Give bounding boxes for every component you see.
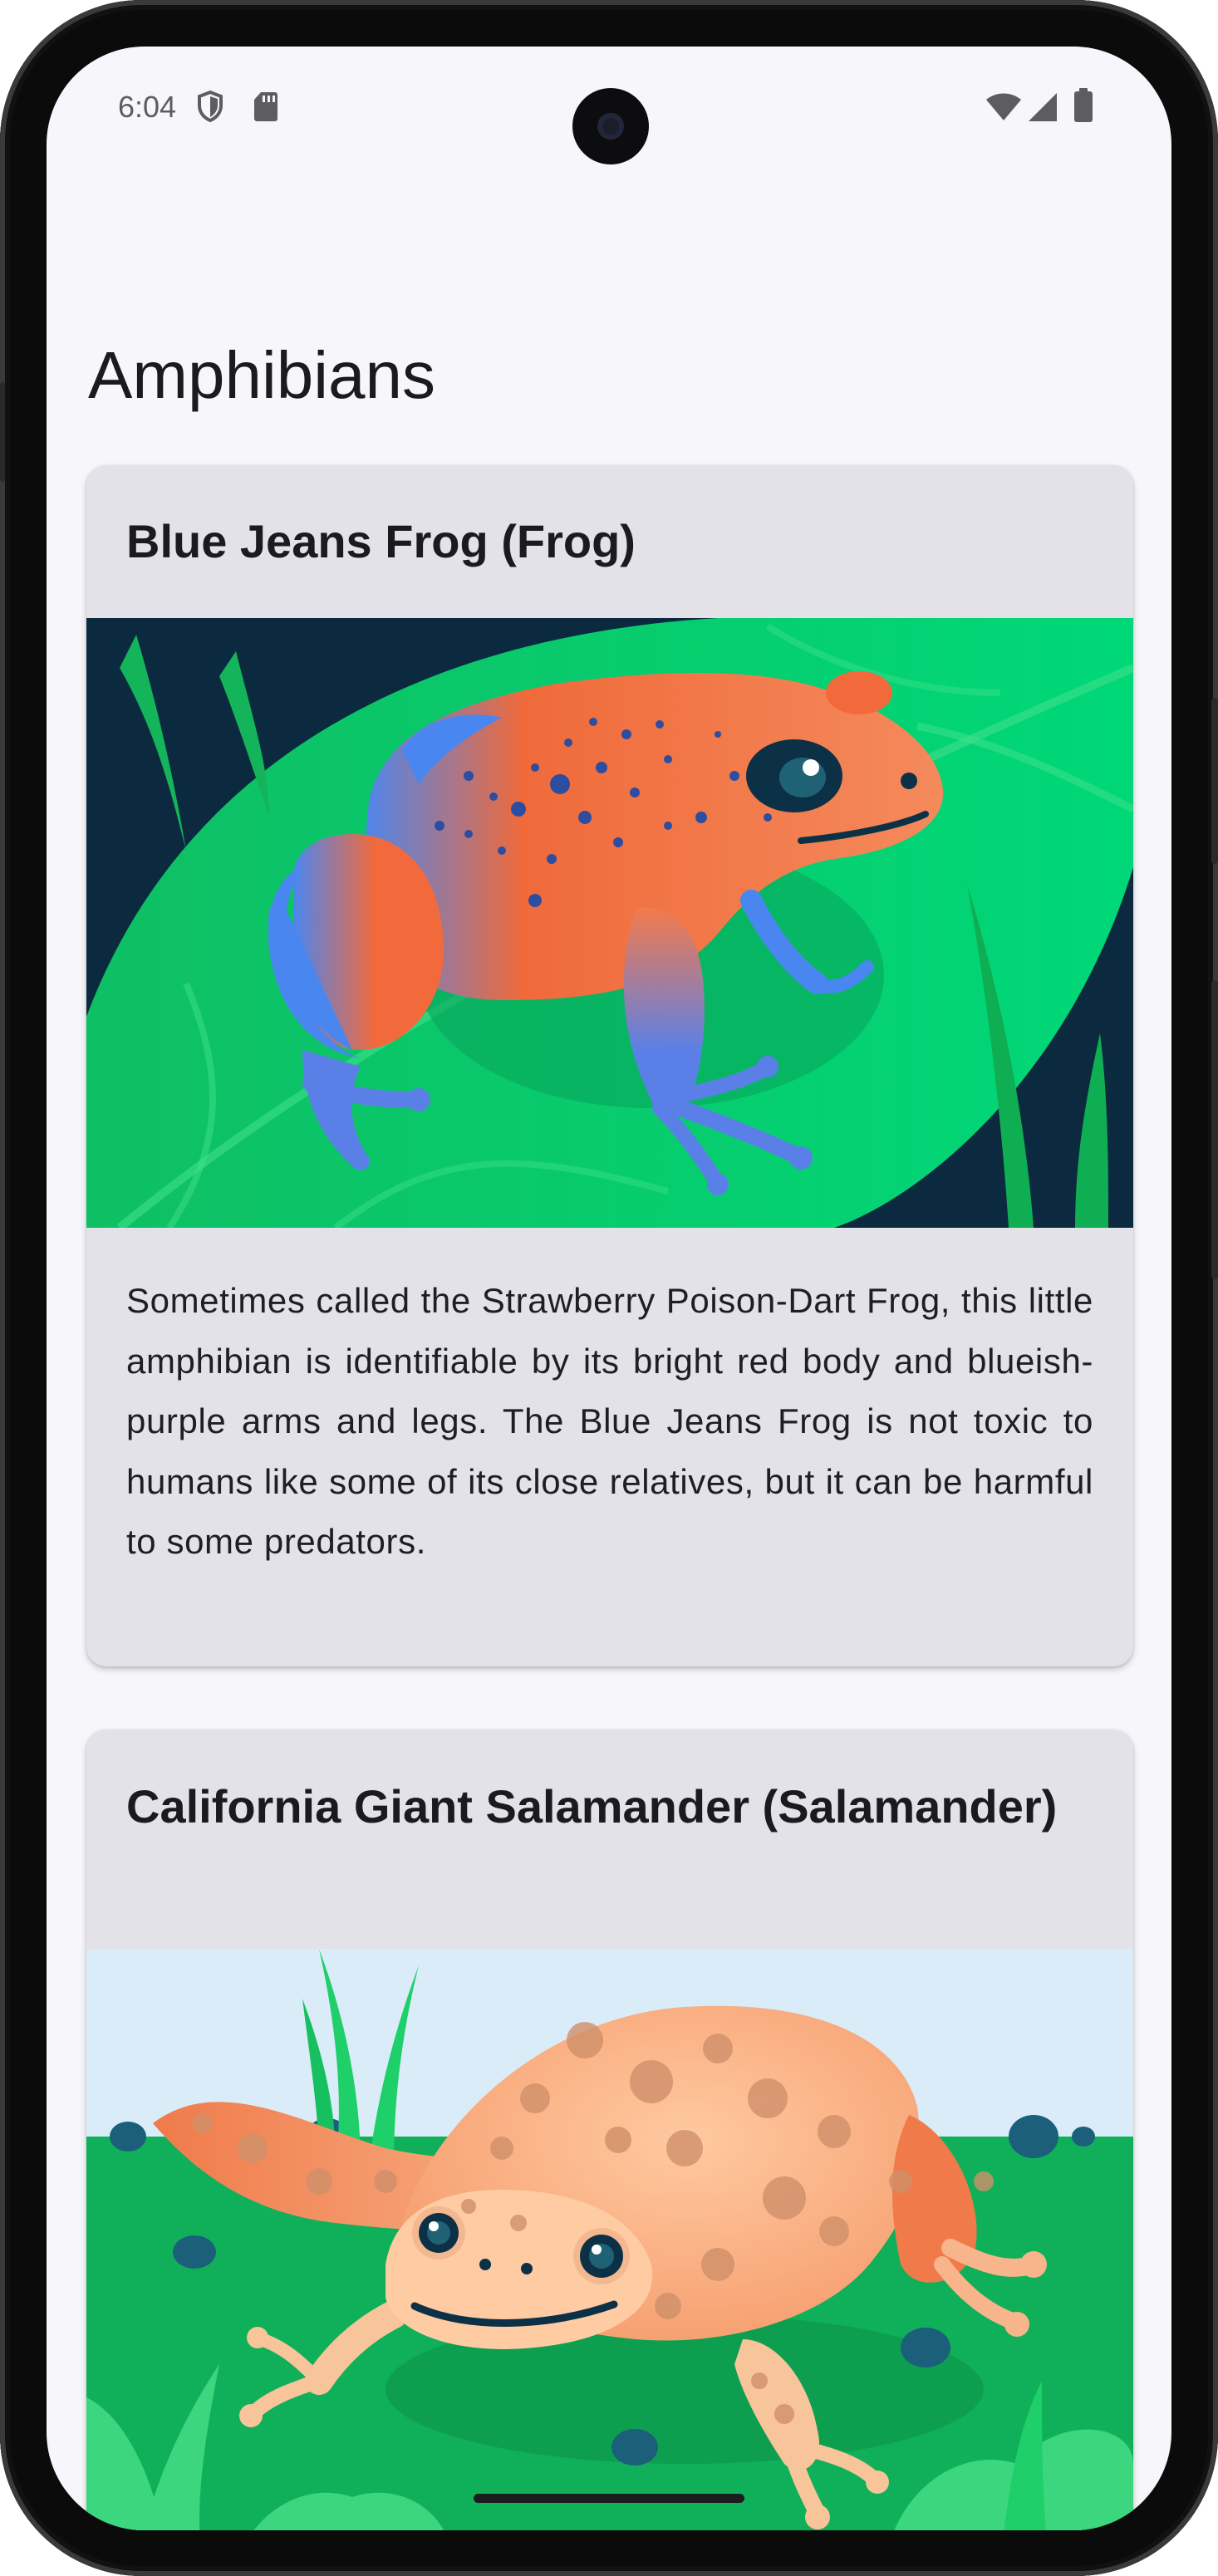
sd-card-icon: [253, 90, 279, 127]
card-title: California Giant Salamander (Salamander): [126, 1780, 1058, 1833]
amphibian-card[interactable]: California Giant Salamander (Salamander): [86, 1730, 1133, 2530]
wifi-icon: [985, 93, 1022, 125]
california-giant-salamander-illustration: [86, 1949, 1133, 2530]
card-title: Blue Jeans Frog (Frog): [126, 515, 636, 567]
signal-icon: [1027, 91, 1058, 127]
front-camera: [572, 88, 649, 164]
left-frame-button: [0, 382, 5, 482]
volume-button: [1211, 980, 1218, 1279]
shield-icon: [196, 90, 224, 127]
card-description: Sometimes called the Strawberry Poison-D…: [126, 1281, 1093, 1562]
status-time: 6:04: [118, 90, 177, 124]
battery-icon: [1073, 88, 1093, 127]
phone-frame: 6:04 Amphibians Blue Jeans Frog (Frog) S…: [0, 0, 1218, 2576]
gesture-bar[interactable]: [474, 2494, 744, 2503]
amphibian-card[interactable]: Blue Jeans Frog (Frog) Sometimes called …: [86, 465, 1133, 1666]
power-button: [1211, 698, 1218, 864]
blue-jeans-frog-illustration: [86, 618, 1133, 1228]
page-title: Amphibians: [88, 338, 436, 412]
screen: 6:04 Amphibians Blue Jeans Frog (Frog) S…: [47, 47, 1171, 2530]
